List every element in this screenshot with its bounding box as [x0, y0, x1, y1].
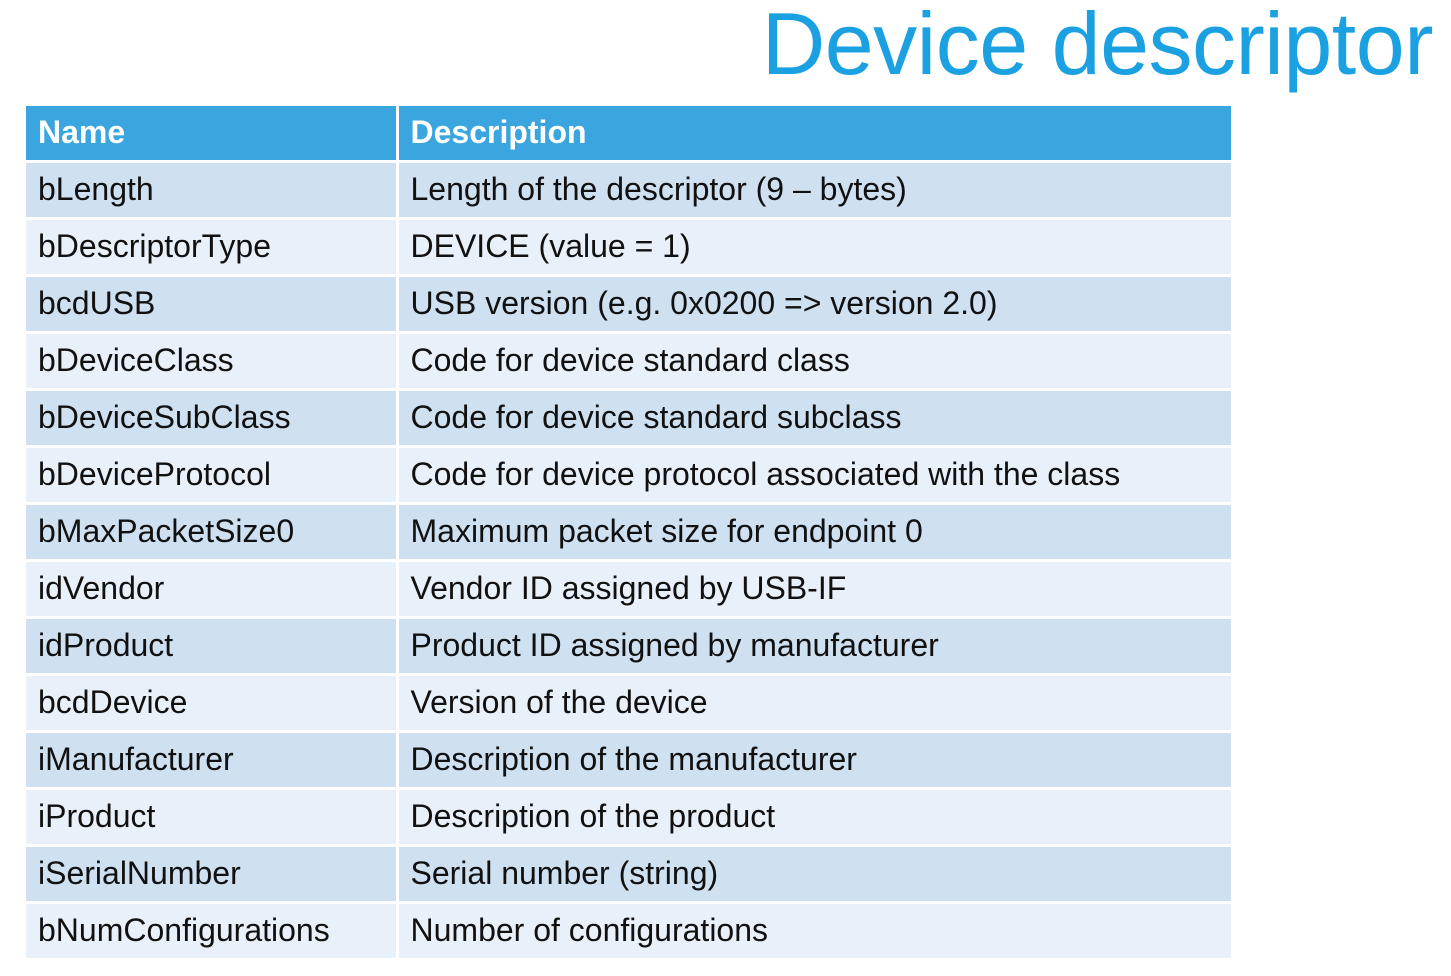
field-description-cell: Description of the manufacturer: [395, 729, 1231, 790]
field-name-cell: iSerialNumber: [26, 843, 399, 904]
field-description-cell: Number of configurations: [395, 900, 1231, 961]
field-name-cell: bcdDevice: [26, 672, 399, 733]
column-header-name: Name: [26, 106, 399, 163]
field-description-cell: Version of the device: [395, 672, 1231, 733]
field-description-cell: Product ID assigned by manufacturer: [395, 615, 1231, 676]
table-row: bDeviceClass Code for device standard cl…: [26, 330, 1231, 391]
table-row: bLength Length of the descriptor (9 – by…: [26, 159, 1231, 220]
field-description-cell: Serial number (string): [395, 843, 1231, 904]
field-description-cell: Description of the product: [395, 786, 1231, 847]
table-row: bDescriptorType DEVICE (value = 1): [26, 216, 1231, 277]
field-name-cell: iManufacturer: [26, 729, 399, 790]
table-row: iManufacturer Description of the manufac…: [26, 729, 1231, 790]
table-row: bcdUSB USB version (e.g. 0x0200 => versi…: [26, 273, 1231, 334]
field-description-cell: USB version (e.g. 0x0200 => version 2.0): [395, 273, 1231, 334]
field-name-cell: bNumConfigurations: [26, 900, 399, 961]
table-row: bNumConfigurations Number of configurati…: [26, 900, 1231, 961]
field-description-cell: Code for device standard subclass: [395, 387, 1231, 448]
table-row: idProduct Product ID assigned by manufac…: [26, 615, 1231, 676]
field-name-cell: bDeviceProtocol: [26, 444, 399, 505]
field-name-cell: idProduct: [26, 615, 399, 676]
table-row: idVendor Vendor ID assigned by USB-IF: [26, 558, 1231, 619]
field-name-cell: bDescriptorType: [26, 216, 399, 277]
field-name-cell: bcdUSB: [26, 273, 399, 334]
field-description-cell: Code for device standard class: [395, 330, 1231, 391]
descriptor-table-container: Name Description bLength Length of the d…: [26, 106, 1231, 961]
table-row: bDeviceSubClass Code for device standard…: [26, 387, 1231, 448]
table-row: iSerialNumber Serial number (string): [26, 843, 1231, 904]
field-name-cell: iProduct: [26, 786, 399, 847]
column-header-description: Description: [395, 106, 1231, 163]
field-description-cell: DEVICE (value = 1): [395, 216, 1231, 277]
field-name-cell: bDeviceSubClass: [26, 387, 399, 448]
descriptor-table: Name Description bLength Length of the d…: [26, 106, 1231, 961]
table-row: iProduct Description of the product: [26, 786, 1231, 847]
table-row: bMaxPacketSize0 Maximum packet size for …: [26, 501, 1231, 562]
field-description-cell: Length of the descriptor (9 – bytes): [395, 159, 1231, 220]
slide-title: Device descriptor: [761, 0, 1434, 93]
field-description-cell: Vendor ID assigned by USB-IF: [395, 558, 1231, 619]
field-description-cell: Maximum packet size for endpoint 0: [395, 501, 1231, 562]
table-header-row: Name Description: [26, 106, 1231, 163]
field-name-cell: bLength: [26, 159, 399, 220]
field-name-cell: bDeviceClass: [26, 330, 399, 391]
field-description-cell: Code for device protocol associated with…: [395, 444, 1231, 505]
field-name-cell: bMaxPacketSize0: [26, 501, 399, 562]
table-row: bDeviceProtocol Code for device protocol…: [26, 444, 1231, 505]
table-row: bcdDevice Version of the device: [26, 672, 1231, 733]
field-name-cell: idVendor: [26, 558, 399, 619]
